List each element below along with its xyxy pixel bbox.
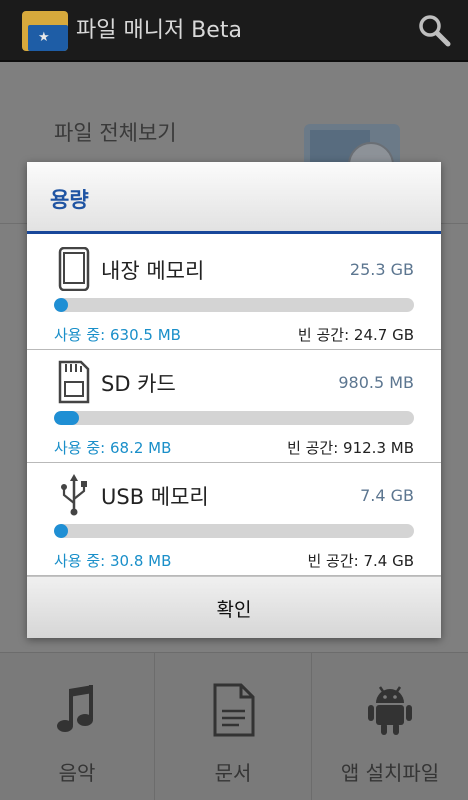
all-files-label: 파일 전체보기 [54,121,177,145]
dialog-title: 용량 [50,188,89,212]
usb-icon [61,474,87,516]
storage-usb[interactable]: USB 메모리 7.4 GB 사용 중: 30.8 MB 빈 공간: 7.4 G… [27,463,441,576]
category-music-label: 음악 [58,761,96,785]
storage-free: 빈 공간: 912.3 MB [287,439,414,457]
storage-sd-card[interactable]: SD 카드 980.5 MB 사용 중: 68.2 MB 빈 공간: 912.3… [27,350,441,463]
folder-flag-icon: ★ [22,11,68,51]
dialog-footer: 확인 [27,576,441,638]
category-apk[interactable]: 앱 설치파일 [312,653,468,800]
storage-dialog: 용량 내장 메모리 25.3 GB 사용 중: 630.5 MB 빈 공간: 2… [27,162,441,638]
usage-bar [54,524,414,538]
category-documents-label: 문서 [214,761,252,785]
storage-total: 7.4 GB [360,486,414,505]
storage-name: USB 메모리 [101,485,209,509]
storage-used: 사용 중: 68.2 MB [54,439,172,457]
usage-bar-fill [54,298,68,312]
document-icon [213,683,255,737]
storage-internal[interactable]: 내장 메모리 25.3 GB 사용 중: 630.5 MB 빈 공간: 24.7… [27,237,441,350]
search-icon[interactable] [416,12,452,48]
usage-bar [54,411,414,425]
phone-icon [58,247,90,291]
usage-bar-fill [54,524,68,538]
storage-total: 25.3 GB [349,260,414,279]
storage-free: 빈 공간: 7.4 GB [307,552,414,570]
storage-free: 빈 공간: 24.7 GB [297,326,414,344]
music-note-icon [57,685,93,732]
category-documents[interactable]: 문서 [155,653,312,800]
category-music[interactable]: 음악 [0,653,155,800]
action-bar: ★ 파일 매니저 Beta [0,0,468,62]
dialog-header: 용량 [27,162,441,234]
storage-total: 980.5 MB [338,373,414,392]
usage-bar [54,298,414,312]
category-apk-label: 앱 설치파일 [340,761,440,785]
storage-name: SD 카드 [101,372,176,396]
category-grid: 음악 문서 앱 설치파일 [0,652,468,800]
ok-button[interactable]: 확인 [27,577,441,639]
android-icon [368,686,412,735]
storage-used: 사용 중: 630.5 MB [54,326,181,344]
sd-card-icon [58,360,90,404]
app-title: 파일 매니저 Beta [76,18,242,43]
storage-name: 내장 메모리 [101,259,205,283]
storage-used: 사용 중: 30.8 MB [54,552,172,570]
usage-bar-fill [54,411,80,425]
